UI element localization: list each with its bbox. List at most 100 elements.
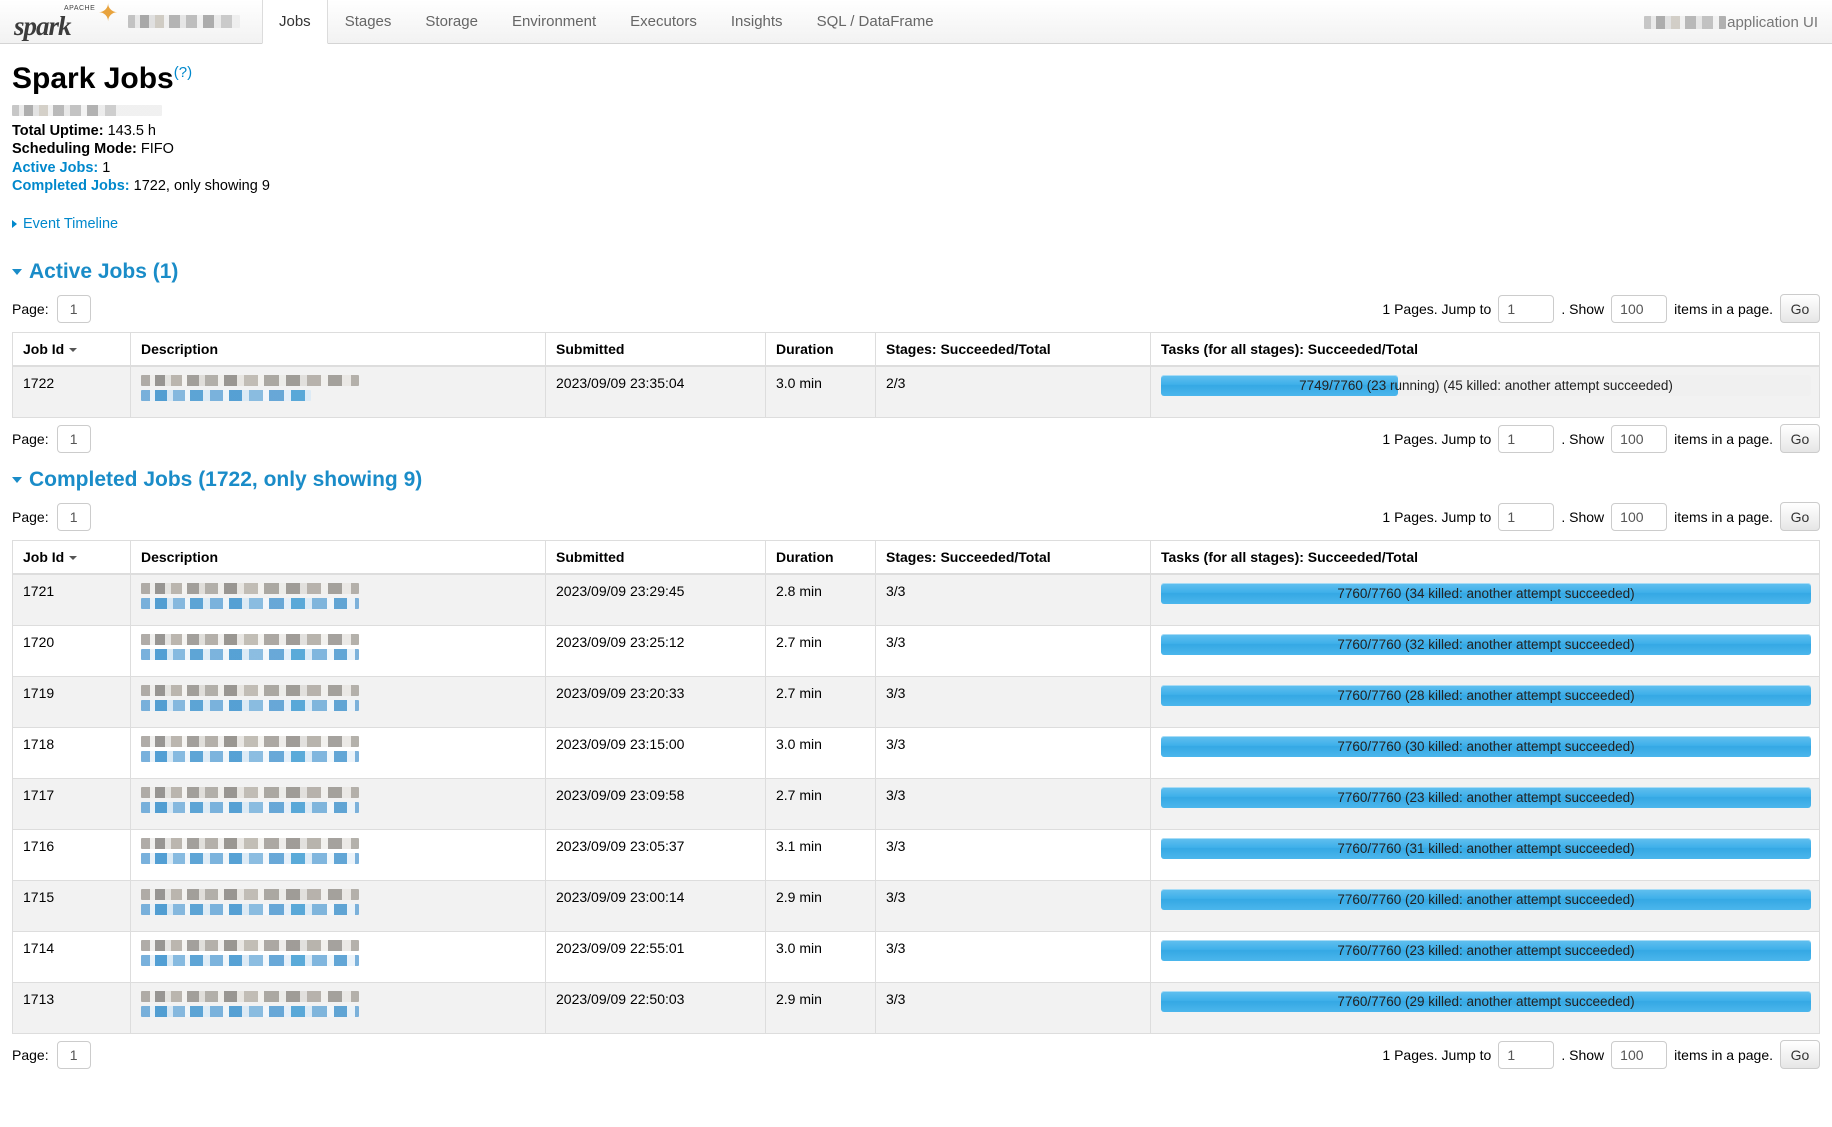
redacted-line-gray [141, 888, 359, 900]
cell-tasks: 7749/7760 (23 running) (45 killed: anoth… [1150, 365, 1820, 417]
cell-description[interactable] [130, 726, 546, 778]
items-in-page-text: items in a page. [1674, 300, 1773, 317]
cell-job-id[interactable]: 1719 [12, 675, 131, 727]
header-stages[interactable]: Stages: Succeeded/Total [875, 540, 1151, 575]
redacted-line-blue [141, 389, 311, 401]
header-duration[interactable]: Duration [765, 540, 876, 575]
items-per-page-input[interactable] [1611, 502, 1668, 531]
header-duration[interactable]: Duration [765, 332, 876, 367]
cell-description[interactable] [130, 365, 546, 417]
header-job-id[interactable]: Job Id [12, 332, 131, 367]
tab-storage[interactable]: Storage [408, 0, 495, 43]
header-job-id[interactable]: Job Id [12, 540, 131, 575]
page-title: Spark Jobs(?) [12, 62, 1820, 95]
table-row[interactable]: 1716 2023/09/09 23:05:37 3.1 min 3/3 7760/77… [12, 828, 1820, 880]
cell-job-id[interactable]: 1714 [12, 930, 131, 982]
page-content: Spark Jobs(?) Total Uptime: 143.5 h Sche… [0, 62, 1832, 1070]
cell-description[interactable] [130, 777, 546, 829]
completed-page-right-bottom: 1 Pages. Jump to . Show items in a page.… [1382, 1040, 1820, 1069]
cell-job-id[interactable]: 1715 [12, 879, 131, 931]
spark-logo-icon[interactable]: APACHE spark ✦ [12, 1, 120, 41]
tab-jobs[interactable]: Jobs [262, 0, 328, 44]
items-per-page-input[interactable] [1611, 1040, 1668, 1069]
cell-description[interactable] [130, 675, 546, 727]
progress-track: 7760/7760 (23 killed: another attempt su… [1161, 786, 1811, 808]
table-row[interactable]: 1717 2023/09/09 23:09:58 2.7 min 3/3 7760/77… [12, 777, 1820, 829]
header-description[interactable]: Description [130, 540, 546, 575]
go-button[interactable]: Go [1780, 1040, 1820, 1069]
header-submitted[interactable]: Submitted [545, 540, 766, 575]
table-row[interactable]: 1722 2023/09/09 23:35:04 3.0 min 2/3 774… [12, 365, 1820, 417]
header-stages[interactable]: Stages: Succeeded/Total [875, 332, 1151, 367]
cell-tasks: 7760/7760 (23 killed: another attempt su… [1150, 777, 1820, 829]
task-progress-bar: 7760/7760 (29 killed: another attempt su… [1161, 990, 1811, 1012]
cell-job-id[interactable]: 1718 [12, 726, 131, 778]
cell-stages: 3/3 [875, 675, 1151, 727]
total-uptime-row: Total Uptime: 143.5 h [12, 122, 1820, 141]
items-in-page-text: items in a page. [1674, 1046, 1773, 1063]
cell-job-id[interactable]: 1716 [12, 828, 131, 880]
cell-description[interactable] [130, 981, 546, 1033]
tab-insights[interactable]: Insights [714, 0, 800, 43]
event-timeline-toggle[interactable]: Event Timeline [12, 216, 118, 232]
cell-job-id[interactable]: 1717 [12, 777, 131, 829]
active-page-left-bottom: Page: [12, 424, 91, 453]
completed-page-right-top: 1 Pages. Jump to . Show items in a page.… [1382, 502, 1820, 531]
cell-submitted: 2023/09/09 23:29:45 [545, 573, 766, 625]
page-input[interactable] [56, 294, 91, 323]
active-jobs-link[interactable]: Active Jobs: [12, 160, 98, 176]
table-row[interactable]: 1714 2023/09/09 22:55:01 3.0 min 3/3 7760/77… [12, 930, 1820, 982]
cell-job-id[interactable]: 1720 [12, 624, 131, 676]
redacted-line-gray [141, 684, 359, 696]
brand-area[interactable]: APACHE spark ✦ [0, 0, 248, 43]
cell-stages: 3/3 [875, 879, 1151, 931]
tab-sql-dataframe[interactable]: SQL / DataFrame [800, 0, 951, 43]
table-row[interactable]: 1719 2023/09/09 23:20:33 2.7 min 3/3 7760/77… [12, 675, 1820, 727]
page-input[interactable] [56, 1040, 91, 1069]
table-row[interactable]: 1718 2023/09/09 23:15:00 3.0 min 3/3 7760/77… [12, 726, 1820, 778]
table-row[interactable]: 1720 2023/09/09 23:25:12 2.7 min 3/3 7760/77… [12, 624, 1820, 676]
tab-stages[interactable]: Stages [328, 0, 409, 43]
cell-description[interactable] [130, 624, 546, 676]
items-per-page-input[interactable] [1611, 294, 1668, 323]
cell-description[interactable] [130, 930, 546, 982]
jump-to-input[interactable] [1498, 502, 1555, 531]
table-row[interactable]: 1715 2023/09/09 23:00:14 2.9 min 3/3 7760/77… [12, 879, 1820, 931]
header-description[interactable]: Description [130, 332, 546, 367]
table-row[interactable]: 1721 2023/09/09 23:29:45 2.8 min 3/3 7760/77… [12, 573, 1820, 625]
header-submitted[interactable]: Submitted [545, 332, 766, 367]
completed-jobs-section-header[interactable]: Completed Jobs (1722, only showing 9) [12, 468, 1820, 492]
active-jobs-section-header[interactable]: Active Jobs (1) [12, 260, 1820, 284]
jump-to-input[interactable] [1498, 1040, 1555, 1069]
task-progress-label: 7760/7760 (29 killed: another attempt su… [1337, 993, 1635, 1009]
task-progress-label: 7760/7760 (23 killed: another attempt su… [1337, 789, 1635, 805]
items-per-page-input[interactable] [1611, 424, 1668, 453]
tab-environment[interactable]: Environment [495, 0, 613, 43]
page-label: Page: [12, 430, 49, 447]
header-tasks[interactable]: Tasks (for all stages): Succeeded/Total [1150, 540, 1820, 575]
go-button[interactable]: Go [1780, 502, 1820, 531]
completed-jobs-link[interactable]: Completed Jobs: [12, 178, 130, 194]
jump-to-input[interactable] [1498, 294, 1555, 323]
cell-job-id[interactable]: 1721 [12, 573, 131, 625]
tab-executors[interactable]: Executors [613, 0, 714, 43]
header-tasks[interactable]: Tasks (for all stages): Succeeded/Total [1150, 332, 1820, 367]
go-button[interactable]: Go [1780, 424, 1820, 453]
cell-description[interactable] [130, 879, 546, 931]
cell-tasks: 7760/7760 (28 killed: another attempt su… [1150, 675, 1820, 727]
page-input[interactable] [56, 502, 91, 531]
cell-description[interactable] [130, 573, 546, 625]
jump-to-input[interactable] [1498, 424, 1555, 453]
cell-job-id[interactable]: 1722 [12, 365, 131, 417]
pages-jump-text: 1 Pages. Jump to [1382, 508, 1492, 525]
redacted-description [141, 633, 359, 668]
help-icon[interactable]: (?) [174, 64, 192, 81]
cell-description[interactable] [130, 828, 546, 880]
redacted-line-blue [141, 699, 359, 711]
page-input[interactable] [56, 424, 91, 453]
cell-submitted: 2023/09/09 23:35:04 [545, 365, 766, 417]
cell-job-id[interactable]: 1713 [12, 981, 131, 1033]
table-row[interactable]: 1713 2023/09/09 22:50:03 2.9 min 3/3 7760/77… [12, 981, 1820, 1033]
cell-stages: 2/3 [875, 365, 1151, 417]
go-button[interactable]: Go [1780, 294, 1820, 323]
